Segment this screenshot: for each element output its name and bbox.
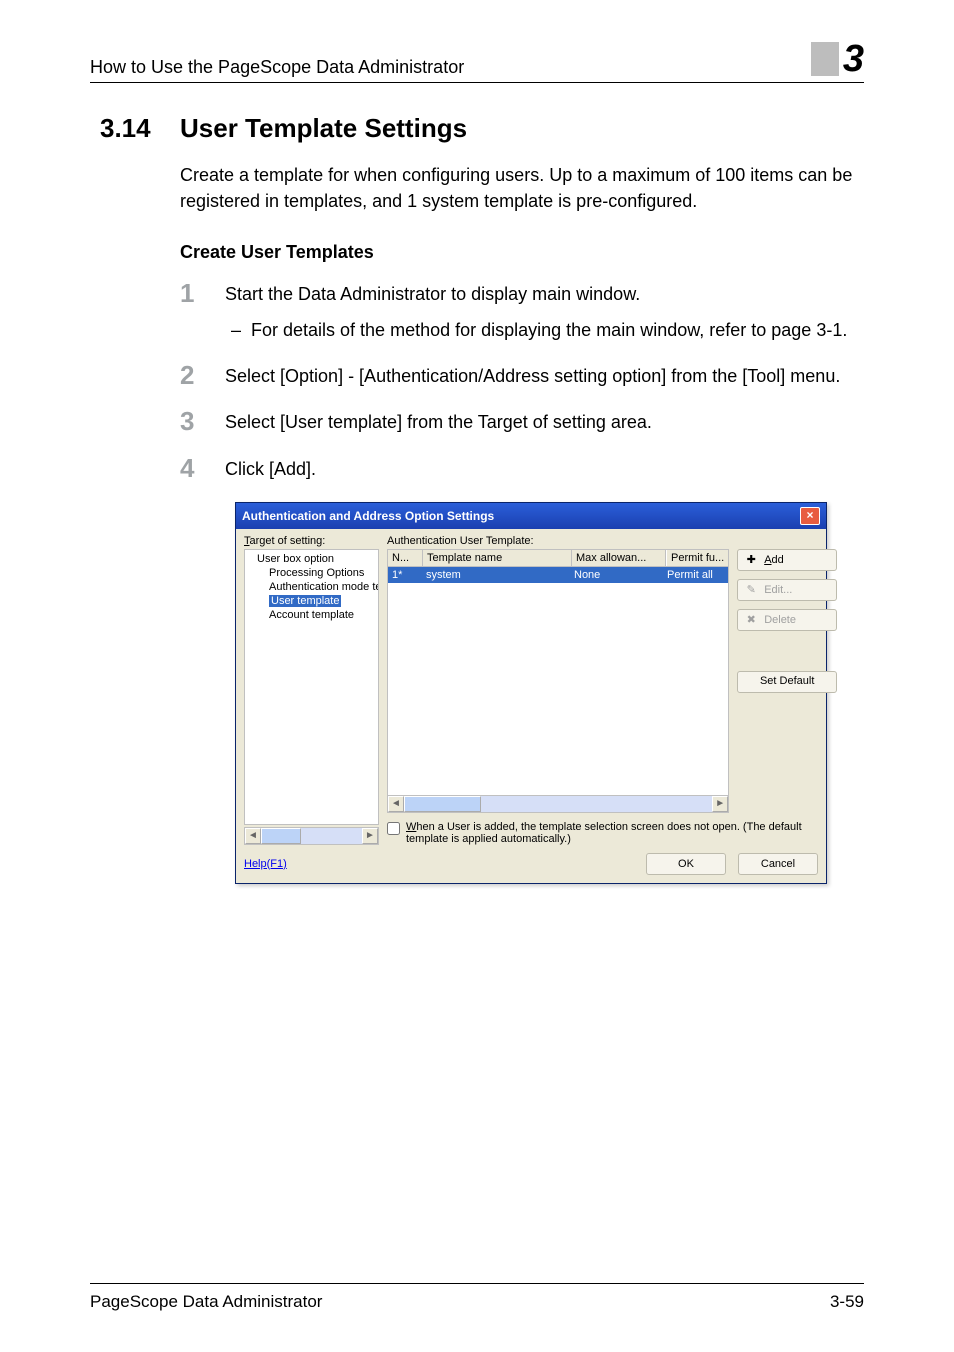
footer-left: PageScope Data Administrator bbox=[90, 1292, 322, 1312]
sub-bullet-text: For details of the method for displaying… bbox=[251, 317, 847, 343]
cell: system bbox=[422, 567, 570, 583]
edit-label: Edit... bbox=[764, 584, 792, 596]
step-item: Start the Data Administrator to display … bbox=[180, 281, 864, 343]
tree-view[interactable]: User box option Processing Options Authe… bbox=[244, 549, 379, 825]
template-grid[interactable]: N... Template name Max allowan... Permit… bbox=[387, 549, 729, 813]
running-title: How to Use the PageScope Data Administra… bbox=[90, 57, 464, 78]
auth-template-label: Authentication User Template: bbox=[387, 535, 837, 547]
scroll-track[interactable] bbox=[404, 796, 712, 812]
ok-button[interactable]: OK bbox=[646, 853, 726, 875]
edit-button[interactable]: ✎ Edit... bbox=[737, 579, 837, 601]
checkbox-label: When a User is added, the template selec… bbox=[406, 821, 837, 845]
target-of-setting-label: Target of setting: bbox=[244, 535, 379, 547]
scroll-track[interactable] bbox=[261, 828, 362, 844]
step-item: Click [Add]. bbox=[180, 456, 864, 482]
delete-label: Delete bbox=[764, 614, 796, 626]
screenshot-container: Authentication and Address Option Settin… bbox=[235, 502, 864, 884]
delete-icon: ✖ bbox=[744, 613, 758, 626]
tree-item[interactable]: Authentication mode tem bbox=[247, 580, 378, 594]
cell: 1* bbox=[388, 567, 422, 583]
set-default-button[interactable]: Set Default bbox=[737, 671, 837, 693]
dialog-title: Authentication and Address Option Settin… bbox=[242, 509, 494, 523]
dialog-window: Authentication and Address Option Settin… bbox=[235, 502, 827, 884]
chapter-bar bbox=[811, 42, 839, 76]
tree-h-scrollbar[interactable]: ◄ ► bbox=[244, 827, 379, 845]
table-row[interactable]: 1* system None Permit all bbox=[388, 567, 728, 583]
chapter-badge: 3 bbox=[811, 40, 864, 78]
dash-icon: – bbox=[231, 317, 251, 343]
grid-col[interactable]: Template name bbox=[423, 550, 572, 566]
tree-item[interactable]: Account template bbox=[247, 608, 378, 622]
grid-h-scrollbar[interactable]: ◄ ► bbox=[388, 795, 728, 812]
grid-col[interactable]: Permit fu... bbox=[666, 550, 728, 566]
scroll-right-icon[interactable]: ► bbox=[362, 828, 378, 844]
page-footer: PageScope Data Administrator 3-59 bbox=[90, 1283, 864, 1312]
close-icon[interactable]: × bbox=[800, 507, 820, 525]
sub-bullet: – For details of the method for displayi… bbox=[225, 317, 864, 343]
scroll-left-icon[interactable]: ◄ bbox=[245, 828, 261, 844]
steps-list: Start the Data Administrator to display … bbox=[180, 281, 864, 481]
subheading: Create User Templates bbox=[180, 242, 864, 263]
add-label: Add bbox=[764, 554, 784, 566]
scroll-right-icon[interactable]: ► bbox=[712, 796, 728, 812]
cell: None bbox=[570, 567, 663, 583]
tree-item[interactable]: Processing Options bbox=[247, 566, 378, 580]
scroll-left-icon[interactable]: ◄ bbox=[388, 796, 404, 812]
cancel-button[interactable]: Cancel bbox=[738, 853, 818, 875]
auto-template-checkbox[interactable] bbox=[387, 822, 400, 835]
delete-button[interactable]: ✖ Delete bbox=[737, 609, 837, 631]
cell: Permit all bbox=[663, 567, 728, 583]
grid-col[interactable]: N... bbox=[388, 550, 423, 566]
dialog-titlebar[interactable]: Authentication and Address Option Settin… bbox=[236, 503, 826, 529]
grid-col[interactable]: Max allowan... bbox=[572, 550, 666, 566]
add-icon: ✚ bbox=[744, 553, 758, 566]
step-text: Select [Option] - [Authentication/Addres… bbox=[225, 366, 840, 386]
tree-item[interactable]: User box option bbox=[247, 552, 378, 566]
section-title: User Template Settings bbox=[180, 113, 467, 144]
section-intro: Create a template for when configuring u… bbox=[180, 162, 854, 214]
chapter-number: 3 bbox=[843, 40, 864, 78]
edit-icon: ✎ bbox=[744, 583, 758, 596]
step-text: Select [User template] from the Target o… bbox=[225, 412, 652, 432]
help-link[interactable]: Help(F1) bbox=[244, 858, 287, 870]
add-button[interactable]: ✚ Add bbox=[737, 549, 837, 571]
step-item: Select [Option] - [Authentication/Addres… bbox=[180, 363, 864, 389]
step-text: Click [Add]. bbox=[225, 459, 316, 479]
step-text: Start the Data Administrator to display … bbox=[225, 284, 640, 304]
scroll-thumb[interactable] bbox=[404, 796, 481, 812]
tree-item-selected[interactable]: User template bbox=[247, 594, 378, 608]
step-item: Select [User template] from the Target o… bbox=[180, 409, 864, 435]
section-number: 3.14 bbox=[90, 113, 180, 144]
page-header: How to Use the PageScope Data Administra… bbox=[90, 40, 864, 83]
scroll-thumb[interactable] bbox=[261, 828, 301, 844]
grid-header[interactable]: N... Template name Max allowan... Permit… bbox=[388, 550, 728, 567]
set-default-label: Set Default bbox=[760, 675, 814, 687]
footer-right: 3-59 bbox=[830, 1292, 864, 1312]
section-heading: 3.14 User Template Settings bbox=[90, 113, 864, 144]
